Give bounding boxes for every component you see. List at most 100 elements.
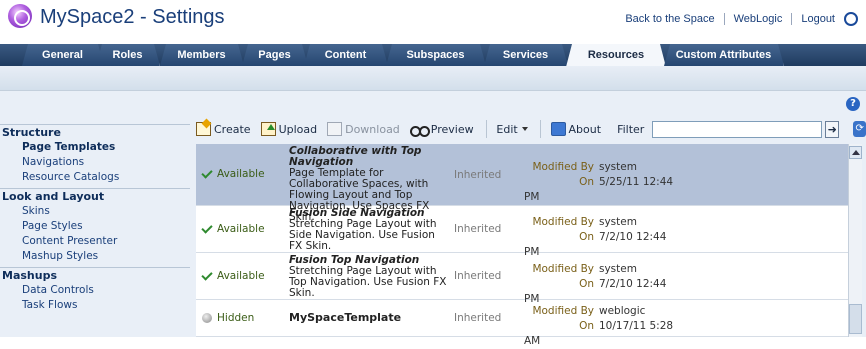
header-links: Back to the Space WebLogic Logout	[625, 12, 858, 26]
template-description: Stretching Page Layout with Side Navigat…	[289, 218, 437, 252]
modified-cell: Modified By weblogic On 10/17/11 5:28 AM	[524, 304, 674, 347]
on-label: On	[579, 231, 594, 243]
tab-members[interactable]: Members	[160, 44, 244, 66]
preview-label: Preview	[430, 122, 474, 136]
check-icon	[201, 268, 213, 281]
sidebar-item-task-flows[interactable]: Task Flows	[0, 298, 190, 313]
sidebar-item-navigations[interactable]: Navigations	[0, 155, 190, 170]
status-cell: Available	[201, 221, 265, 235]
status-text: Available	[217, 270, 265, 282]
name-cell: Fusion Side Navigation Stretching Page L…	[289, 208, 449, 252]
inherited-text: Inherited	[454, 169, 502, 181]
resources-sidebar: Structure Page Templates Navigations Res…	[0, 121, 190, 313]
table-row[interactable]: Hidden MySpaceTemplate Inherited Modifie…	[196, 300, 848, 347]
scroll-thumb[interactable]	[849, 304, 862, 334]
page-title: MySpace2 - Settings	[40, 6, 225, 28]
tab-custom-attributes[interactable]: Custom Attributes	[664, 44, 784, 66]
check-icon	[201, 166, 213, 179]
on-label: On	[579, 320, 594, 332]
tab-pages[interactable]: Pages	[242, 44, 308, 66]
tab-subspaces[interactable]: Subspaces	[386, 44, 486, 66]
help-icon[interactable]: ?	[846, 97, 860, 111]
upload-icon	[260, 122, 276, 136]
divider	[791, 13, 793, 25]
resource-toolbar: Create Upload Download Preview Edit Abou…	[196, 118, 866, 140]
name-cell: Fusion Top Navigation Stretching Page La…	[289, 255, 449, 299]
sidebar-item-skins[interactable]: Skins	[0, 204, 190, 219]
binoculars-icon	[409, 122, 430, 137]
toolbar-divider	[539, 120, 541, 138]
preview-button[interactable]: Preview	[409, 122, 474, 137]
modified-by-value: weblogic	[599, 305, 646, 317]
download-label: Download	[345, 122, 400, 136]
modified-cell: Modified By system On 5/25/11 12:44 PM	[524, 160, 674, 203]
on-label: On	[579, 176, 594, 188]
settings-tab-bar: General Roles Members Pages Content Subs…	[0, 44, 866, 66]
filter-go-button[interactable]: ➜	[825, 120, 840, 138]
edit-menu-button[interactable]: Edit	[496, 122, 528, 136]
sub-tab-bar	[0, 66, 866, 91]
tab-general[interactable]: General	[22, 44, 104, 66]
sidebar-item-page-styles[interactable]: Page Styles	[0, 219, 190, 234]
table-row[interactable]: Available Fusion Top Navigation Stretchi…	[196, 253, 848, 305]
divider	[723, 13, 725, 25]
upload-label: Upload	[278, 122, 318, 136]
status-text: Hidden	[217, 312, 255, 324]
about-icon	[550, 122, 566, 136]
status-cell: Hidden	[202, 312, 254, 324]
sidebar-item-resource-catalogs[interactable]: Resource Catalogs	[0, 170, 190, 185]
download-icon	[327, 122, 343, 136]
weblogic-user-link[interactable]: WebLogic	[734, 13, 783, 25]
template-name[interactable]: Collaborative with Top Navigation	[289, 146, 449, 168]
create-icon	[196, 122, 211, 136]
about-label: About	[568, 122, 602, 136]
download-button[interactable]: Download	[327, 122, 400, 136]
modified-by-value: system	[599, 161, 637, 173]
status-cell: Available	[201, 166, 265, 180]
table-row[interactable]: Available Collaborative with Top Navigat…	[196, 144, 848, 223]
tab-content[interactable]: Content	[304, 44, 388, 66]
modified-by-label: Modified By	[532, 161, 594, 173]
chevron-down-icon	[521, 127, 528, 131]
tab-resources[interactable]: Resources	[566, 44, 666, 67]
status-text: Available	[217, 168, 265, 180]
about-button[interactable]: About	[550, 122, 602, 136]
hidden-icon	[202, 313, 212, 323]
back-to-space-link[interactable]: Back to the Space	[625, 13, 714, 25]
modified-cell: Modified By system On 7/2/10 12:44 PM	[524, 215, 674, 258]
resource-table: Available Collaborative with Top Navigat…	[196, 144, 848, 347]
check-icon	[201, 221, 213, 234]
logout-link[interactable]: Logout	[801, 13, 835, 25]
filter-input[interactable]	[652, 120, 823, 138]
sidebar-item-page-templates[interactable]: Page Templates	[0, 140, 190, 155]
sidebar-item-data-controls[interactable]: Data Controls	[0, 283, 190, 298]
create-button[interactable]: Create	[196, 122, 251, 136]
sidebar-item-mashup-styles[interactable]: Mashup Styles	[0, 249, 190, 264]
search-icon[interactable]	[844, 12, 858, 26]
nav-group-mashups: Mashups	[0, 267, 190, 283]
sidebar-item-content-presenter[interactable]: Content Presenter	[0, 234, 190, 249]
app-header: MySpace2 - Settings Back to the Space We…	[0, 0, 866, 36]
tab-services[interactable]: Services	[484, 44, 568, 66]
template-description: Stretching Page Layout with Top Navigati…	[289, 265, 447, 299]
inherited-text: Inherited	[454, 270, 502, 282]
table-row[interactable]: Available Fusion Side Navigation Stretch…	[196, 206, 848, 258]
modified-by-value: system	[599, 216, 637, 228]
modified-cell: Modified By system On 7/2/10 12:44 PM	[524, 262, 674, 305]
filter-label: Filter	[617, 122, 645, 136]
space-logo-icon	[8, 4, 32, 28]
inherited-text: Inherited	[454, 312, 502, 324]
name-cell: MySpaceTemplate	[289, 312, 449, 323]
refresh-icon[interactable]: ⟳	[853, 121, 866, 137]
edit-label: Edit	[496, 122, 518, 136]
modified-by-label: Modified By	[532, 263, 594, 275]
upload-button[interactable]: Upload	[260, 122, 318, 136]
content-area: ? Structure Page Templates Navigations R…	[0, 91, 866, 347]
scroll-up-icon[interactable]	[849, 146, 862, 159]
template-name[interactable]: MySpaceTemplate	[289, 312, 449, 323]
tab-roles[interactable]: Roles	[96, 44, 160, 66]
modified-by-value: system	[599, 263, 637, 275]
toolbar-divider	[485, 120, 487, 138]
table-scrollbar[interactable]	[848, 144, 862, 337]
status-text: Available	[217, 223, 265, 235]
